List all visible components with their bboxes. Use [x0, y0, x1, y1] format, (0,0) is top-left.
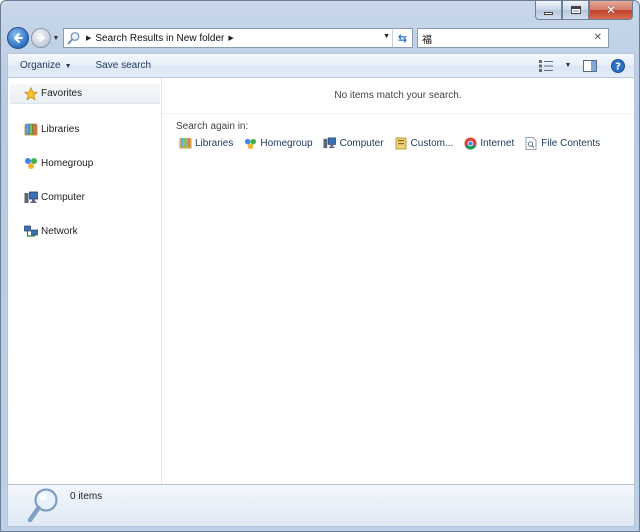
chevron-down-icon: ▼ [64, 63, 72, 70]
clear-search-icon[interactable]: ✕ [594, 32, 602, 43]
computer-icon [23, 189, 39, 205]
back-arrow-icon [14, 33, 23, 43]
address-bar[interactable]: ▶ Search Results in New folder ▶ ▼ ⇆ [63, 28, 413, 48]
search-again-label: Search again in: [176, 121, 249, 132]
libraries-icon [23, 121, 39, 137]
search-again-options: Libraries Homegroup Computer Custom... I… [178, 136, 610, 150]
search-again-custom-label: Custom... [410, 137, 454, 149]
nav-label-network: Network [41, 225, 78, 237]
chevron-down-icon: ▼ [564, 62, 572, 69]
explorer-window: ✕ ▼ ▶ Search Results in New folder ▶ ▼ ⇆… [0, 0, 640, 532]
nav-item-libraries[interactable]: Libraries [23, 120, 79, 138]
nav-label-favorites: Favorites [41, 88, 83, 99]
file-contents-icon [524, 136, 538, 150]
search-again-file-contents-link[interactable]: File Contents [524, 136, 600, 150]
nav-label-libraries: Libraries [41, 123, 80, 135]
preview-pane-button[interactable] [578, 57, 602, 75]
change-view-button[interactable] [534, 57, 558, 75]
chevron-down-icon: ▼ [52, 34, 60, 42]
breadcrumb-separator-icon[interactable]: ▶ [228, 34, 233, 42]
view-details-icon [539, 59, 553, 72]
custom-folder-icon [394, 136, 408, 150]
preview-pane-icon [583, 59, 597, 72]
nav-item-computer[interactable]: Computer [23, 188, 85, 206]
search-again-libraries-link[interactable]: Libraries [178, 136, 233, 150]
navigation-bar: ▼ ▶ Search Results in New folder ▶ ▼ ⇆ 福… [7, 27, 635, 49]
search-again-internet-link[interactable]: Internet [463, 136, 514, 150]
command-bar: Organize ▼ Save search ▼ ? [7, 53, 635, 77]
view-options-dropdown[interactable]: ▼ [562, 57, 574, 75]
window-caption-buttons: ✕ [535, 1, 633, 20]
organize-label: Organize [20, 60, 61, 71]
save-search-button[interactable]: Save search [84, 60, 164, 71]
close-icon: ✕ [605, 3, 617, 17]
internet-browser-icon [463, 136, 477, 150]
forward-arrow-icon [37, 34, 45, 42]
star-icon [23, 86, 39, 102]
search-again-internet-label: Internet [480, 137, 515, 149]
navigation-pane: Favorites Libraries Homegroup Computer N… [8, 78, 162, 484]
search-box[interactable]: 福 ✕ [417, 28, 609, 48]
maximize-icon [570, 6, 581, 14]
search-again-custom-link[interactable]: Custom... [394, 136, 454, 150]
save-search-label: Save search [95, 60, 152, 71]
results-pane: No items match your search. Search again… [162, 78, 634, 484]
forward-button[interactable] [31, 28, 51, 48]
computer-icon [323, 136, 337, 150]
help-icon: ? [611, 58, 625, 73]
search-again-libraries-label: Libraries [195, 137, 234, 149]
toolbar-right-group: ▼ ? [534, 57, 634, 75]
address-history-dropdown[interactable]: ▼ [383, 33, 390, 40]
address-path[interactable]: Search Results in New folder [95, 33, 224, 44]
minimize-icon [544, 11, 553, 15]
help-button[interactable]: ? [606, 57, 630, 75]
organize-menu-button[interactable]: Organize ▼ [8, 60, 84, 71]
search-again-computer-label: Computer [339, 137, 384, 149]
recent-pages-button[interactable]: ▼ [51, 35, 61, 42]
search-input[interactable]: 福 [422, 31, 432, 46]
back-button[interactable] [7, 27, 29, 49]
network-icon [23, 223, 39, 239]
nav-label-computer: Computer [41, 191, 85, 203]
nav-label-homegroup: Homegroup [41, 157, 94, 169]
magnifier-icon [27, 488, 58, 523]
search-again-file-contents-label: File Contents [541, 137, 601, 149]
search-again-computer-link[interactable]: Computer [323, 136, 384, 150]
content-area: Favorites Libraries Homegroup Computer N… [7, 77, 635, 485]
empty-results-message: No items match your search. [162, 78, 634, 114]
refresh-icon: ⇆ [397, 32, 408, 45]
svg-text:?: ? [615, 61, 621, 72]
search-results-icon [66, 30, 82, 46]
item-count: 0 items [70, 491, 103, 502]
homegroup-icon [23, 155, 39, 171]
nav-item-network[interactable]: Network [23, 222, 78, 240]
nav-item-favorites[interactable]: Favorites [10, 84, 160, 104]
search-again-homegroup-label: Homegroup [260, 137, 313, 149]
breadcrumb-separator-icon: ▶ [86, 35, 92, 42]
refresh-button[interactable]: ⇆ [392, 29, 412, 47]
close-button[interactable]: ✕ [589, 1, 633, 20]
search-again-homegroup-link[interactable]: Homegroup [243, 136, 313, 150]
minimize-button[interactable] [535, 1, 562, 20]
libraries-icon [178, 136, 192, 150]
details-pane: 0 items [7, 485, 635, 527]
homegroup-icon [243, 136, 257, 150]
nav-item-homegroup[interactable]: Homegroup [23, 154, 93, 172]
maximize-button[interactable] [562, 1, 589, 20]
